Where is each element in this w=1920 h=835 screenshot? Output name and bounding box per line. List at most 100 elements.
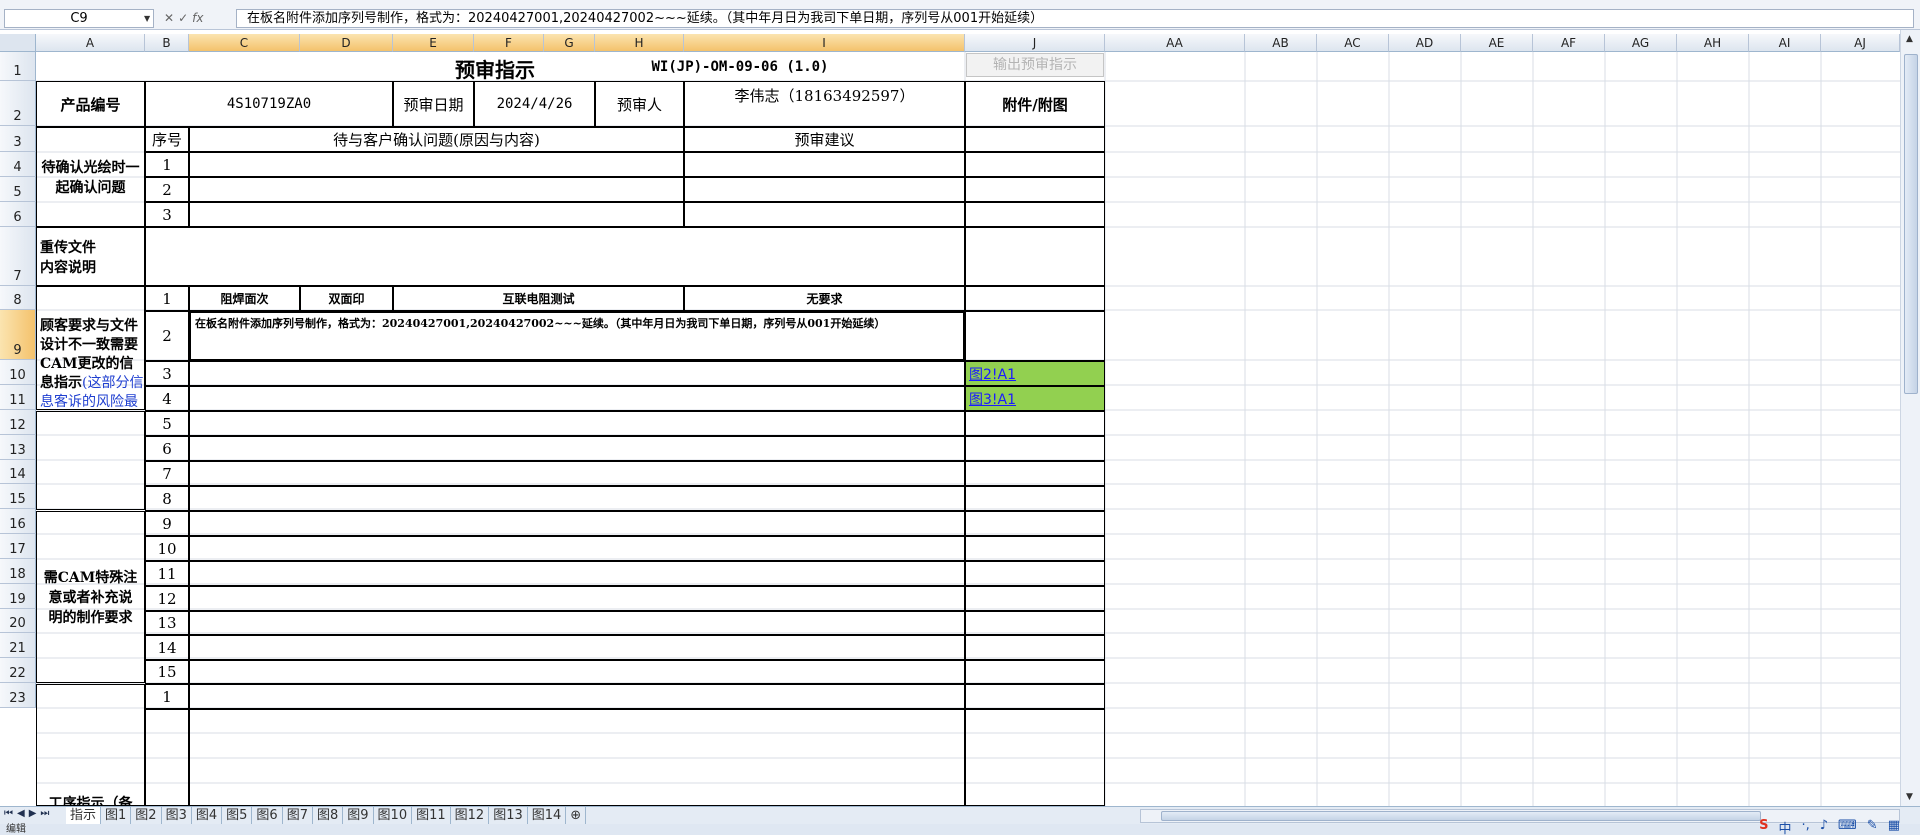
tab-sheet[interactable]: 图8	[313, 807, 344, 825]
attachment-cell[interactable]	[965, 684, 1105, 709]
instruction-cell[interactable]	[189, 411, 965, 436]
seq-cell[interactable]: 7	[145, 461, 189, 486]
col-header-ag[interactable]: AG	[1605, 34, 1677, 52]
row-header[interactable]: 2	[0, 81, 36, 126]
product-no-value[interactable]: 4S10719ZA0	[145, 81, 393, 127]
attachment-cell[interactable]	[965, 227, 1105, 286]
row-header[interactable]: 13	[0, 435, 36, 460]
figure3-link[interactable]: 图3!A1	[969, 389, 1016, 409]
grid-icon[interactable]: ▦	[1888, 818, 1900, 835]
row-header[interactable]: 1	[0, 52, 36, 81]
figure2-link[interactable]: 图2!A1	[969, 364, 1016, 384]
col-header-ae[interactable]: AE	[1461, 34, 1533, 52]
prev-sheet-icon[interactable]: ◀	[17, 808, 29, 819]
row-header[interactable]: 15	[0, 484, 36, 509]
seq-cell[interactable]	[145, 709, 189, 806]
col-header-g[interactable]: G	[544, 34, 595, 52]
reupload-content[interactable]	[145, 227, 965, 286]
chevron-down-icon[interactable]: ▼	[144, 9, 150, 28]
seq-cell[interactable]: 1	[145, 286, 189, 311]
tab-sheet[interactable]: 图12	[451, 807, 490, 825]
instruction-cell[interactable]	[189, 586, 965, 611]
col-header-h[interactable]: H	[595, 34, 684, 52]
seq-cell[interactable]: 3	[145, 202, 189, 227]
tab-sheet[interactable]: 图6	[252, 807, 283, 825]
seq-cell[interactable]: 10	[145, 536, 189, 561]
col-header-b[interactable]: B	[145, 34, 189, 52]
row-header[interactable]: 5	[0, 177, 36, 202]
instruction-cell[interactable]	[189, 361, 965, 386]
selected-cell-c9[interactable]: 在板名附件添加序列号制作，格式为：20240427001,20240427002…	[189, 311, 965, 361]
instruction-cell[interactable]	[189, 511, 965, 536]
review-date-value[interactable]: 2024/4/26	[474, 81, 595, 127]
seq-cell[interactable]: 8	[145, 486, 189, 511]
scroll-up-icon[interactable]: ▲	[1906, 34, 1913, 44]
attachment-cell[interactable]	[965, 511, 1105, 536]
export-review-button[interactable]: 输出预审指示	[966, 53, 1104, 77]
seq-cell[interactable]: 2	[145, 177, 189, 202]
row-header[interactable]: 19	[0, 584, 36, 609]
row-header[interactable]: 18	[0, 559, 36, 584]
col-header-ad[interactable]: AD	[1389, 34, 1461, 52]
row-header[interactable]: 8	[0, 286, 36, 310]
issue-cell[interactable]	[189, 152, 684, 177]
attachment-cell[interactable]	[965, 461, 1105, 486]
instruction-cell[interactable]	[189, 486, 965, 511]
req-double-print[interactable]: 双面印	[300, 286, 393, 311]
instruction-cell[interactable]	[189, 611, 965, 635]
skin-icon[interactable]: ✎	[1867, 818, 1878, 835]
seq-cell[interactable]: 4	[145, 386, 189, 411]
col-header-e[interactable]: E	[393, 34, 474, 52]
next-sheet-icon[interactable]: ▶	[29, 808, 41, 819]
confirm-icon[interactable]: ✓	[178, 9, 188, 28]
suggest-cell[interactable]	[684, 177, 965, 202]
attachment-cell[interactable]	[965, 436, 1105, 461]
tab-sheet[interactable]: 图1	[101, 807, 132, 825]
attachment-cell[interactable]	[965, 660, 1105, 684]
col-header-ac[interactable]: AC	[1317, 34, 1389, 52]
row-header[interactable]: 16	[0, 509, 36, 534]
row-header[interactable]: 21	[0, 633, 36, 658]
attachment-cell[interactable]	[965, 411, 1105, 436]
seq-cell[interactable]: 5	[145, 411, 189, 436]
instruction-cell[interactable]	[189, 561, 965, 586]
attachment-link-cell[interactable]: 图2!A1	[965, 361, 1105, 386]
scroll-down-icon[interactable]: ▼	[1906, 792, 1913, 802]
seq-cell[interactable]: 9	[145, 511, 189, 536]
seq-cell[interactable]: 2	[145, 311, 189, 361]
punctuation-icon[interactable]: ·,	[1801, 818, 1809, 835]
insert-sheet-icon[interactable]: ⊕	[566, 807, 587, 825]
seq-cell[interactable]: 3	[145, 361, 189, 386]
row-header[interactable]: 4	[0, 152, 36, 177]
row-header[interactable]: 12	[0, 410, 36, 435]
instruction-cell[interactable]	[189, 684, 965, 709]
seq-cell[interactable]: 12	[145, 586, 189, 611]
attachment-cell[interactable]	[965, 611, 1105, 635]
row-header[interactable]: 3	[0, 126, 36, 152]
req-no-requirement[interactable]: 无要求	[684, 286, 965, 311]
col-header-f[interactable]: F	[474, 34, 544, 52]
function-icon[interactable]: fx	[192, 9, 203, 28]
instruction-cell[interactable]	[189, 660, 965, 684]
tab-sheet[interactable]: 图4	[192, 807, 223, 825]
row-header[interactable]: 7	[0, 227, 36, 286]
attachment-cell[interactable]	[965, 486, 1105, 511]
col-header-a[interactable]: A	[36, 34, 145, 52]
col-header-aj[interactable]: AJ	[1821, 34, 1900, 52]
col-header-ab[interactable]: AB	[1245, 34, 1317, 52]
seq-cell[interactable]: 15	[145, 660, 189, 684]
row-header[interactable]: 22	[0, 658, 36, 683]
row-header[interactable]: 23	[0, 683, 36, 708]
tab-sheet[interactable]: 图10	[374, 807, 413, 825]
row-header[interactable]: 17	[0, 534, 36, 559]
vertical-scroll-thumb[interactable]	[1904, 54, 1918, 394]
seq-cell[interactable]: 1	[145, 152, 189, 177]
microphone-icon[interactable]: ♪	[1820, 818, 1828, 835]
formula-input[interactable]: 在板名附件添加序列号制作，格式为：20240427001,20240427002…	[236, 9, 1914, 28]
tab-navigation[interactable]: ⏮◀▶⏭	[4, 808, 53, 819]
col-header-ah[interactable]: AH	[1677, 34, 1749, 52]
attachment-cell[interactable]	[965, 202, 1105, 227]
tab-sheet[interactable]: 图7	[283, 807, 313, 825]
col-header-af[interactable]: AF	[1533, 34, 1605, 52]
row-header[interactable]: 11	[0, 385, 36, 410]
